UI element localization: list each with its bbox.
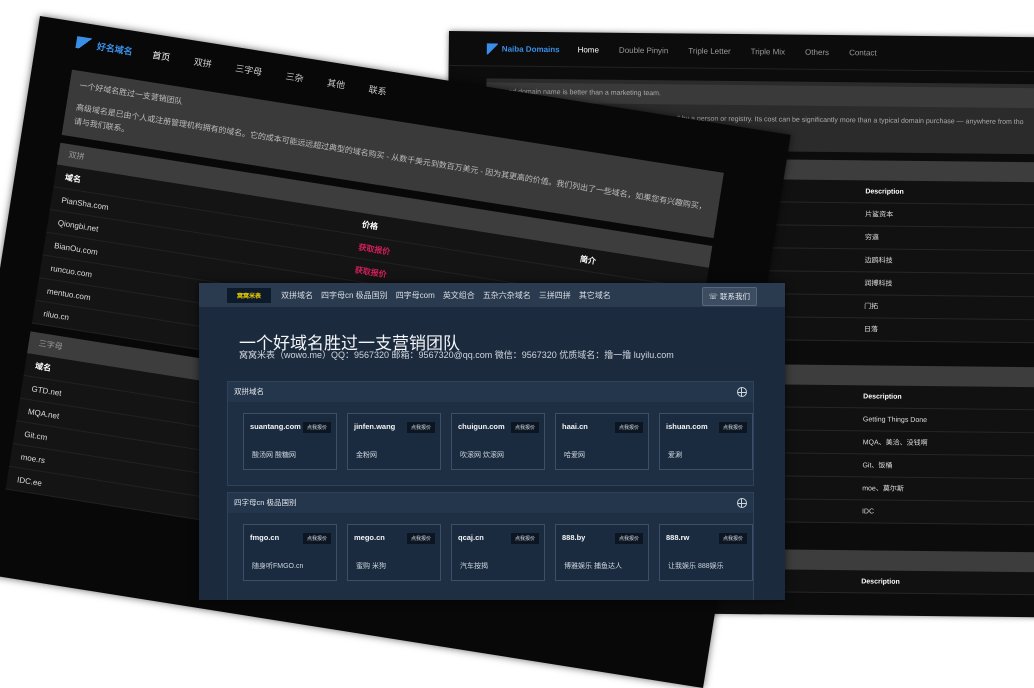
domain-desc: 酸汤网 酸糖网	[252, 452, 296, 459]
domain-name[interactable]: 888.rw	[666, 533, 689, 542]
domain-desc: 博雅娱乐 捕鱼达人	[564, 563, 622, 570]
domain-card[interactable]: suantang.com 点我报价 酸汤网 酸糖网	[243, 413, 337, 470]
domain-name[interactable]: qcaj.cn	[458, 533, 484, 542]
quote-button[interactable]: 点我报价	[614, 422, 643, 433]
nav-contact[interactable]: 联系	[368, 82, 388, 98]
domain-card[interactable]: jinfen.wang 点我报价 金粉网	[347, 413, 441, 470]
nav-four-letter-com[interactable]: 四字母com	[396, 290, 435, 301]
panel-title: 双拼域名	[234, 387, 264, 396]
wowo-site-screenshot: 窝窝米表 双拼域名 四字母cn 极品国别 四字母com 英文组合 五杂六杂域名 …	[199, 283, 785, 600]
globe-icon[interactable]	[737, 387, 747, 397]
domain-card[interactable]: haai.cn 点我报价 哈爱网	[555, 413, 649, 470]
nav-three-four-pinyin[interactable]: 三拼四拼	[539, 290, 571, 301]
nav-four-letter-cn[interactable]: 四字母cn 极品国别	[321, 290, 388, 301]
nav-home[interactable]: Home	[578, 45, 599, 54]
site-logo[interactable]: 好名域名	[75, 36, 133, 58]
quote-button[interactable]: 点我报价	[406, 422, 435, 433]
domain-cards: fmgo.cn 点我报价 随身听FMGO.cn mego.cn 点我报价 蜜购 …	[228, 513, 753, 581]
domain-name[interactable]: 888.by	[562, 533, 585, 542]
top-nav: Naiba Domains Home Double Pinyin Triple …	[448, 31, 1034, 73]
nav-double-pinyin[interactable]: 双拼域名	[281, 290, 313, 301]
domain-cards: suantang.com 点我报价 酸汤网 酸糖网 jinfen.wang 点我…	[228, 402, 753, 470]
domain-name[interactable]: chuigun.com	[458, 422, 505, 431]
quote-button[interactable]: 点我报价	[302, 422, 331, 433]
panel-double-pinyin: 双拼域名 suantang.com 点我报价 酸汤网 酸糖网 jinfen.wa…	[227, 381, 754, 486]
nav-home[interactable]: 首页	[151, 48, 171, 64]
domain-card[interactable]: qcaj.cn 点我报价 汽车按揭	[451, 524, 545, 581]
quote-button[interactable]: 点我报价	[614, 533, 643, 544]
nav-english-combo[interactable]: 英文组合	[443, 290, 475, 301]
domain-card[interactable]: mego.cn 点我报价 蜜购 米狗	[347, 524, 441, 581]
logo-icon	[486, 42, 498, 55]
quote-button[interactable]: 点我报价	[510, 422, 539, 433]
domain-desc: 爱涮	[668, 452, 682, 459]
domain-card[interactable]: chuigun.com 点我报价 吹滚网 炊滚网	[451, 413, 545, 470]
globe-icon[interactable]	[737, 498, 747, 508]
nav-three-mix[interactable]: 三杂	[285, 69, 305, 85]
top-nav: 窝窝米表 双拼域名 四字母cn 极品国别 四字母com 英文组合 五杂六杂域名 …	[199, 283, 785, 307]
nav-other-domains[interactable]: 其它域名	[579, 290, 611, 301]
quote-button[interactable]: 点我报价	[718, 422, 747, 433]
quote-button[interactable]: 点我报价	[302, 533, 331, 544]
domain-card[interactable]: 888.rw 点我报价 让我娱乐 888娱乐	[659, 524, 753, 581]
nav-other[interactable]: 其他	[326, 75, 346, 91]
logo-icon	[75, 36, 94, 51]
domain-card[interactable]: ishuan.com 点我报价 爱涮	[659, 413, 753, 470]
panel-title: 四字母cn 极品国别	[234, 498, 297, 507]
domain-name[interactable]: suantang.com	[250, 422, 301, 431]
domain-desc: 蜜购 米狗	[356, 563, 386, 570]
domain-name[interactable]: jinfen.wang	[354, 422, 395, 431]
logo-text: 好名域名	[96, 40, 134, 57]
nav-triple-mix[interactable]: Triple Mix	[751, 47, 785, 56]
logo-text: Naiba Domains	[501, 44, 560, 54]
site-logo[interactable]: Naiba Domains	[486, 42, 560, 55]
nav-contact[interactable]: Contact	[849, 48, 877, 57]
domain-desc: 随身听FMGO.cn	[252, 563, 304, 570]
domain-desc: 吹滚网 炊滚网	[460, 452, 504, 459]
panel-header: 四字母cn 极品国别	[228, 493, 753, 513]
domain-desc: 哈爱网	[564, 452, 585, 459]
panel-header: 双拼域名	[228, 382, 753, 402]
domain-card[interactable]: 888.by 点我报价 博雅娱乐 捕鱼达人	[555, 524, 649, 581]
nav-three-letter[interactable]: 三字母	[234, 61, 263, 78]
nav-five-six-mix[interactable]: 五杂六杂域名	[483, 290, 531, 301]
domain-name[interactable]: ishuan.com	[666, 422, 708, 431]
domain-desc: 让我娱乐 888娱乐	[668, 563, 724, 570]
domain-name[interactable]: mego.cn	[354, 533, 385, 542]
domain-name[interactable]: haai.cn	[562, 422, 588, 431]
domain-card[interactable]: fmgo.cn 点我报价 随身听FMGO.cn	[243, 524, 337, 581]
contact-label: 联系我们	[720, 292, 750, 301]
brand-logo[interactable]: 窝窝米表	[227, 287, 272, 303]
panel-four-letter-cn: 四字母cn 极品国别 fmgo.cn 点我报价 随身听FMGO.cn mego.…	[227, 492, 754, 600]
nav-triple-letter[interactable]: Triple Letter	[688, 46, 730, 55]
nav-double-pinyin[interactable]: Double Pinyin	[619, 45, 668, 55]
domain-desc: 汽车按揭	[460, 563, 488, 570]
nav-others[interactable]: Others	[805, 47, 829, 56]
contact-info: 窝窝米表（wowo.me）QQ：9567320 邮箱：9567320@qq.co…	[239, 350, 674, 360]
contact-button[interactable]: ☏ 联系我们	[701, 287, 757, 306]
quote-button[interactable]: 点我报价	[718, 533, 747, 544]
nav-double-pinyin[interactable]: 双拼	[193, 54, 213, 70]
quote-button[interactable]: 点我报价	[406, 533, 435, 544]
domain-desc: 金粉网	[356, 452, 377, 459]
chat-icon: ☏	[708, 292, 718, 301]
domain-name[interactable]: fmgo.cn	[250, 533, 279, 542]
quote-button[interactable]: 点我报价	[510, 533, 539, 544]
